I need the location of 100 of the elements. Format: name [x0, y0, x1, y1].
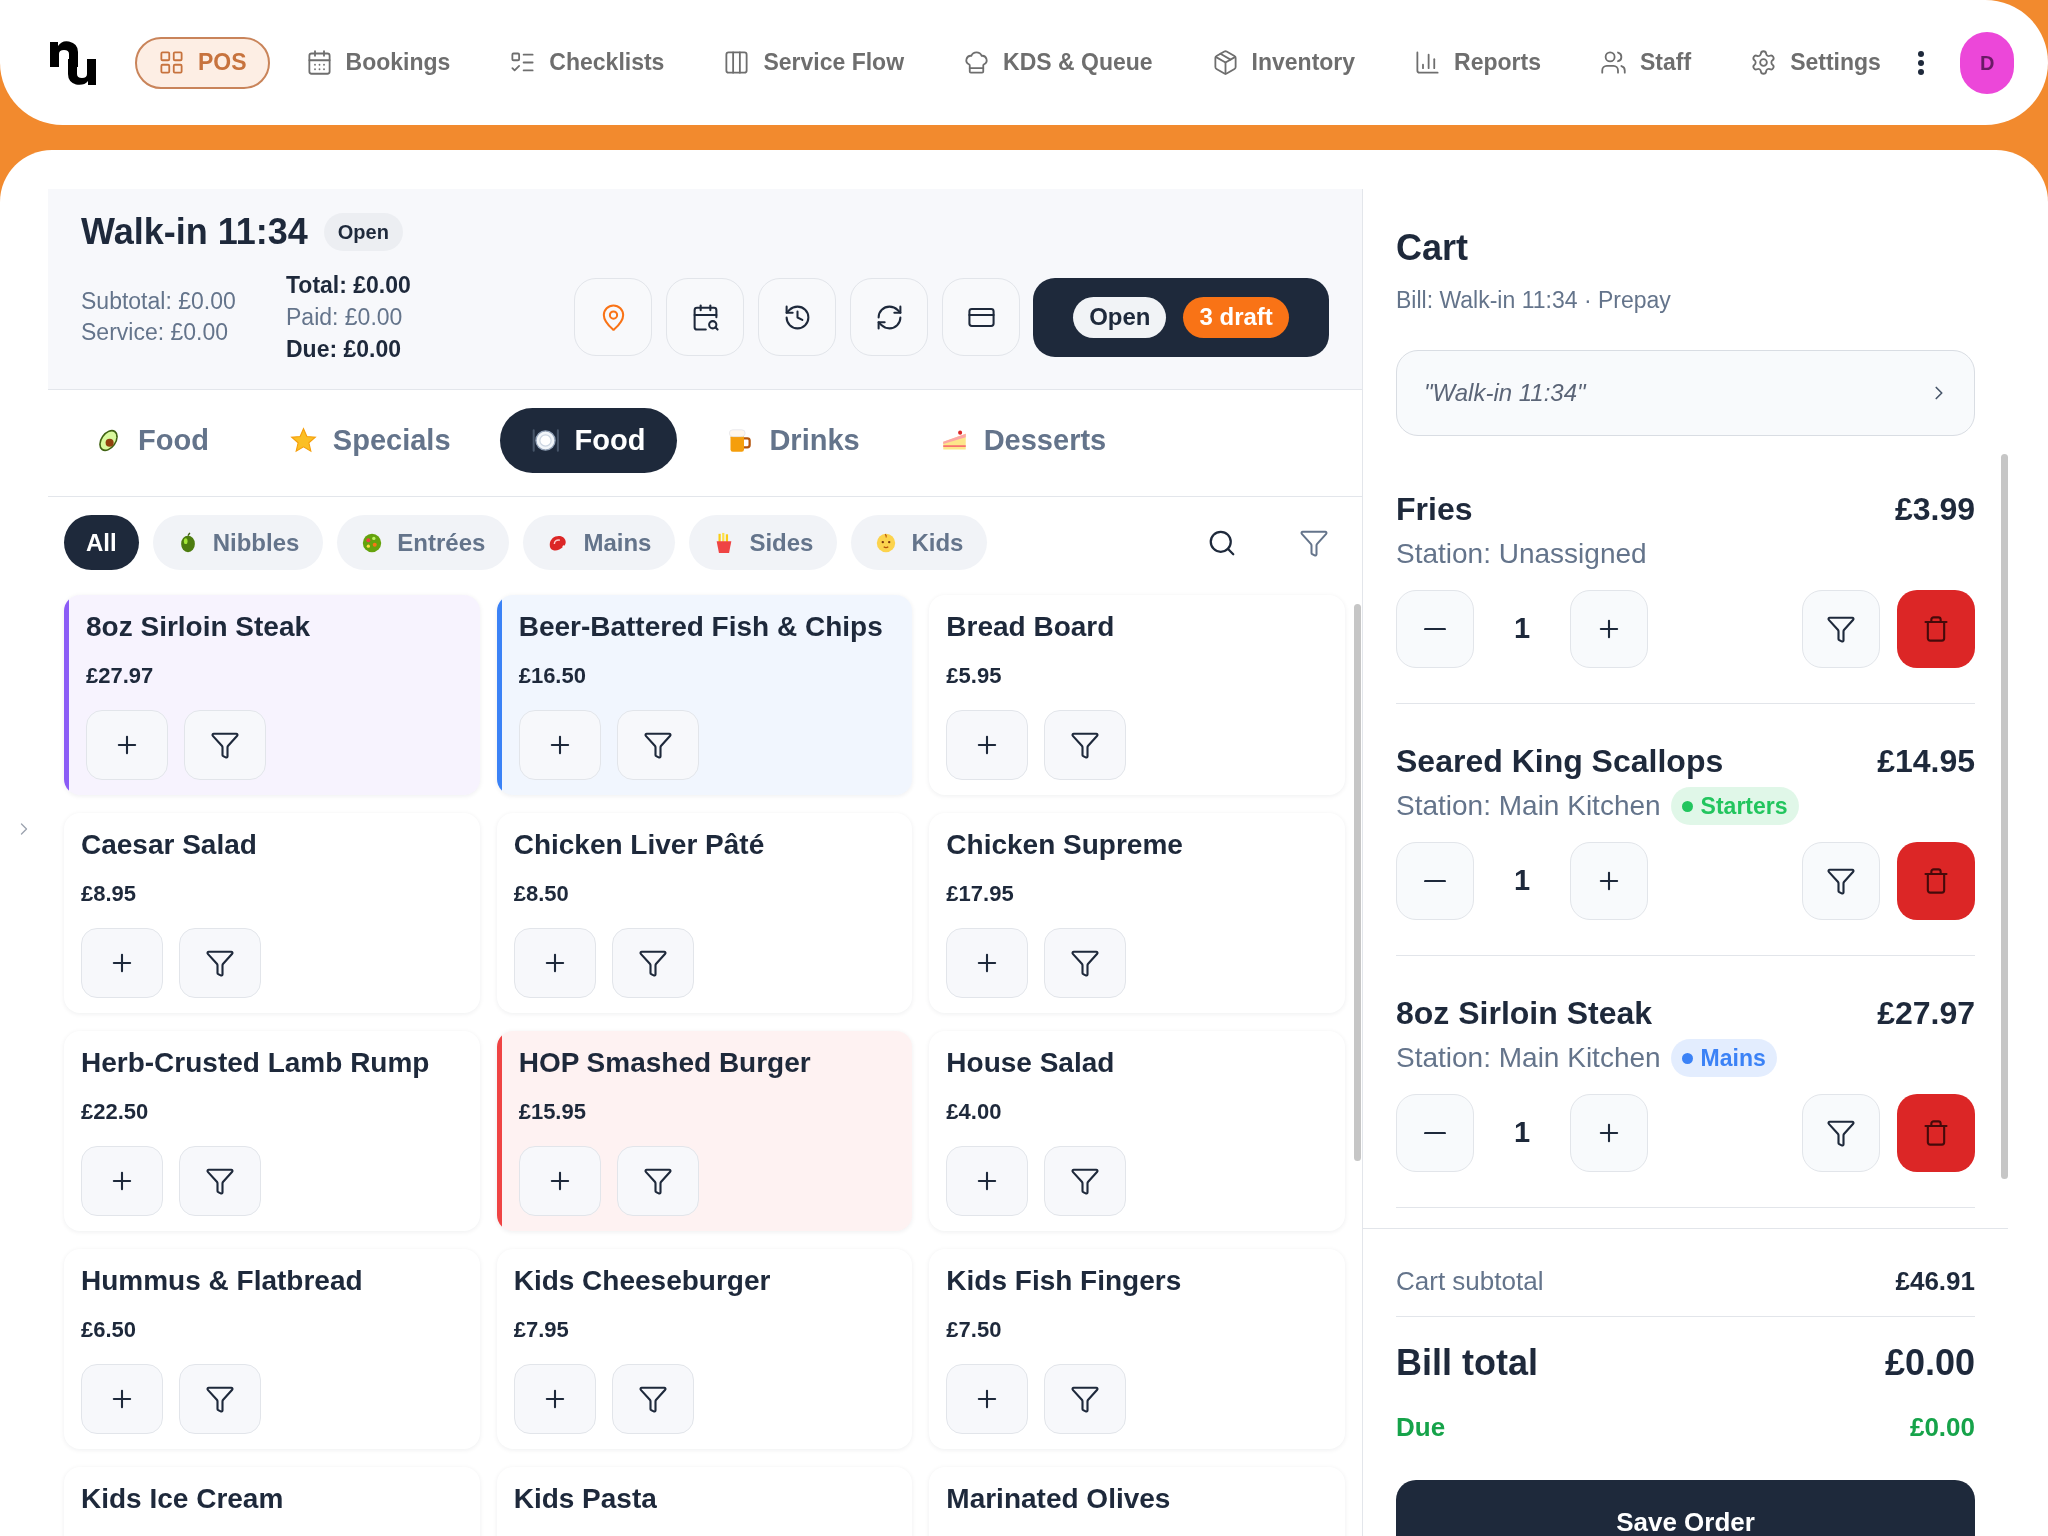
menu-item-card[interactable]: Beer-Battered Fish & Chips £16.50 — [496, 595, 913, 795]
nav-tab[interactable]: Staff — [1577, 36, 1715, 89]
nav-tab[interactable]: Settings — [1727, 36, 1904, 89]
menu-item-card[interactable]: Marinated Olives — [929, 1467, 1345, 1536]
due-value: £0.00 — [1909, 1411, 1975, 1443]
filter-chip[interactable]: Nibbles — [152, 515, 324, 570]
cart-item-name: 8oz Sirloin Steak — [1396, 994, 1653, 1033]
filter-button[interactable] — [179, 928, 261, 998]
filter-icon — [642, 1166, 673, 1196]
filter-button[interactable] — [611, 928, 694, 998]
salad-bowl-icon — [361, 531, 384, 554]
calendar-icon — [305, 49, 333, 76]
filter-button[interactable] — [1044, 1146, 1127, 1216]
scrollbar-thumb[interactable] — [1354, 604, 1361, 1161]
filter-icon — [1070, 948, 1101, 978]
bill-amount: Service: £0.00 — [81, 318, 230, 347]
category-tab[interactable]: Specials — [257, 408, 483, 473]
minus-icon — [1424, 879, 1446, 883]
filter-icon — [1070, 1166, 1101, 1196]
save-order-button[interactable]: Save Order — [1396, 1480, 1975, 1536]
refresh-button[interactable] — [850, 278, 928, 356]
filter-button[interactable] — [1802, 590, 1880, 668]
nav-tab[interactable]: Bookings — [282, 36, 474, 89]
filter-button[interactable] — [1044, 928, 1127, 998]
menu-item-card[interactable]: HOP Smashed Burger £15.95 — [496, 1031, 913, 1231]
filter-button[interactable] — [1802, 1094, 1880, 1172]
menu-item-card[interactable]: House Salad £4.00 — [929, 1031, 1345, 1231]
cart-title: Cart — [1396, 226, 1470, 270]
filter-button[interactable] — [616, 1146, 699, 1216]
item-price: £17.95 — [946, 880, 1014, 908]
nav-tab[interactable]: POS — [135, 36, 270, 89]
history-button[interactable] — [758, 278, 836, 356]
nav-tab[interactable]: Service Flow — [700, 36, 928, 89]
item-name: Caesar Salad — [81, 828, 257, 862]
filter-button[interactable] — [611, 1364, 694, 1434]
calendar-button[interactable] — [666, 278, 744, 356]
filter-icon — [637, 948, 668, 978]
menu-item-card[interactable]: Herb-Crusted Lamb Rump £22.50 — [64, 1031, 480, 1231]
item-price: £7.50 — [946, 1316, 1002, 1344]
filter-icon — [1826, 1118, 1856, 1148]
category-tab[interactable]: Food — [499, 408, 678, 473]
cart-item-name: Fries — [1396, 490, 1473, 529]
minus-icon — [1424, 1131, 1446, 1135]
filter-button[interactable] — [179, 1146, 261, 1216]
nav-tab[interactable]: Inventory — [1188, 36, 1379, 89]
item-name: Herb-Crusted Lamb Rump — [81, 1046, 430, 1080]
nav-tab[interactable]: KDS & Queue — [940, 36, 1176, 89]
category-tab[interactable]: Drinks — [694, 408, 892, 473]
menu-item-card[interactable]: Caesar Salad £8.95 — [64, 813, 480, 1013]
station-text: Station: Main Kitchen — [1396, 1041, 1661, 1075]
delete-button[interactable] — [1897, 842, 1975, 920]
filter-chip[interactable]: All — [64, 515, 139, 570]
category-tab[interactable]: Food — [63, 408, 241, 473]
filter-button[interactable] — [1802, 842, 1880, 920]
delete-button[interactable] — [1897, 1094, 1975, 1172]
user-avatar[interactable]: D — [1960, 31, 2014, 94]
delete-button[interactable] — [1897, 590, 1975, 668]
item-price: £27.97 — [86, 662, 154, 690]
menu-item-card[interactable]: Bread Board £5.95 — [929, 595, 1345, 795]
bill-amount: Due: £0.00 — [286, 335, 403, 364]
nav-tab[interactable]: Checklists — [486, 36, 688, 89]
item-name: Beer-Battered Fish & Chips — [518, 610, 883, 644]
menu-item-card[interactable]: Kids Fish Fingers £7.50 — [929, 1249, 1345, 1449]
menu-item-card[interactable]: Chicken Liver Pâté £8.50 — [496, 813, 913, 1013]
filter-chip[interactable]: Entrées — [337, 515, 510, 570]
item-price: £16.50 — [518, 662, 586, 690]
filter-icon — [637, 1384, 668, 1414]
filter-button[interactable] — [1044, 710, 1127, 780]
menu-item-card[interactable]: Kids Cheeseburger £7.95 — [496, 1249, 913, 1449]
total-label: Bill total — [1396, 1341, 1538, 1385]
quantity-value: 1 — [1512, 611, 1532, 647]
quantity-value: 1 — [1512, 863, 1532, 899]
payment-button[interactable] — [942, 278, 1020, 356]
item-price: £6.50 — [81, 1316, 137, 1344]
filter-chip[interactable]: Sides — [689, 515, 838, 570]
item-name: Kids Pasta — [513, 1482, 657, 1516]
filter-button[interactable] — [616, 710, 699, 780]
columns-icon — [723, 49, 751, 76]
menu-item-card[interactable]: Hummus & Flatbread £6.50 — [64, 1249, 480, 1449]
filter-button[interactable] — [184, 710, 266, 780]
minus-icon — [1424, 627, 1446, 631]
nav-tab[interactable]: Reports — [1391, 36, 1564, 89]
item-name: 8oz Sirloin Steak — [86, 610, 311, 644]
grid-icon — [158, 49, 185, 76]
filter-chip[interactable]: Kids — [851, 515, 988, 570]
order-status-button[interactable]: Open 3 draft — [1033, 277, 1329, 357]
menu-item-card[interactable]: Kids Ice Cream — [64, 1467, 480, 1536]
menu-item-card[interactable]: Kids Pasta — [496, 1467, 913, 1536]
scrollbar-thumb[interactable] — [2001, 454, 2008, 1179]
trash-icon — [1922, 867, 1950, 895]
cart-subtitle: Bill: Walk-in 11:34 · Prepay — [1396, 286, 1672, 315]
menu-item-card[interactable]: 8oz Sirloin Steak £27.97 — [64, 595, 480, 795]
filter-chip[interactable]: Mains — [523, 515, 676, 570]
menu-item-card[interactable]: Chicken Supreme £17.95 — [929, 813, 1345, 1013]
filter-button[interactable] — [1044, 1364, 1127, 1434]
category-tab[interactable]: Desserts — [908, 408, 1139, 473]
filter-button[interactable] — [179, 1364, 261, 1434]
settings-icon — [1750, 49, 1778, 76]
item-name: HOP Smashed Burger — [518, 1046, 811, 1080]
bill-name-field[interactable]: "Walk-in 11:34" — [1396, 350, 1975, 436]
